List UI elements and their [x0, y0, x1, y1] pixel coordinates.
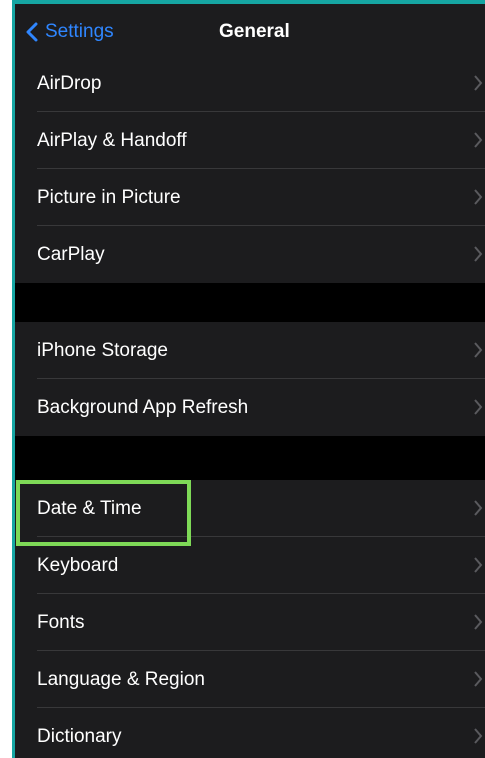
settings-row-label: Keyboard — [37, 554, 119, 576]
settings-row-label: CarPlay — [37, 243, 105, 265]
chevron-right-icon — [473, 556, 483, 574]
settings-row-fonts[interactable]: Fonts — [15, 594, 485, 651]
chevron-right-icon — [473, 499, 483, 517]
settings-row-label: Background App Refresh — [37, 396, 249, 418]
chevron-right-icon — [473, 727, 483, 745]
settings-row-label: Date & Time — [37, 497, 142, 519]
chevron-right-icon — [473, 188, 483, 206]
settings-row-label: Fonts — [37, 611, 85, 633]
settings-row-language-region[interactable]: Language & Region — [15, 651, 485, 708]
chevron-right-icon — [473, 131, 483, 149]
settings-row-picture-in-picture[interactable]: Picture in Picture — [15, 169, 485, 226]
settings-row-carplay[interactable]: CarPlay — [15, 226, 485, 283]
settings-row-iphone-storage[interactable]: iPhone Storage — [15, 322, 485, 379]
settings-row-airplay-handoff[interactable]: AirPlay & Handoff — [15, 112, 485, 169]
settings-screen: Settings General AirDrop AirPlay & Hando… — [15, 0, 485, 758]
settings-row-airdrop[interactable]: AirDrop — [15, 55, 485, 112]
back-button-label: Settings — [45, 21, 114, 42]
settings-row-date-time[interactable]: Date & Time — [15, 480, 485, 537]
settings-row-keyboard[interactable]: Keyboard — [15, 537, 485, 594]
page-title: General — [219, 21, 290, 42]
chevron-right-icon — [473, 398, 483, 416]
frame-top-border — [15, 0, 485, 4]
chevron-right-icon — [473, 341, 483, 359]
navigation-bar: Settings General — [15, 4, 485, 60]
screenshot-frame: Settings General AirDrop AirPlay & Hando… — [0, 0, 485, 758]
chevron-left-icon — [26, 22, 38, 42]
settings-group-locale: Date & Time Keyboard Fonts Language & Re… — [15, 480, 485, 758]
settings-group-connectivity: AirDrop AirPlay & Handoff Picture in Pic… — [15, 55, 485, 283]
settings-row-dictionary[interactable]: Dictionary — [15, 708, 485, 758]
settings-row-label: iPhone Storage — [37, 339, 168, 361]
settings-group-storage: iPhone Storage Background App Refresh — [15, 322, 485, 436]
settings-row-label: AirDrop — [37, 72, 102, 94]
settings-row-label: AirPlay & Handoff — [37, 129, 187, 151]
chevron-right-icon — [473, 670, 483, 688]
chevron-right-icon — [473, 613, 483, 631]
settings-row-label: Dictionary — [37, 725, 122, 747]
settings-row-label: Language & Region — [37, 668, 205, 690]
back-button[interactable]: Settings — [25, 18, 114, 46]
settings-row-label: Picture in Picture — [37, 186, 181, 208]
settings-row-background-app-refresh[interactable]: Background App Refresh — [15, 379, 485, 436]
chevron-right-icon — [473, 74, 483, 92]
chevron-right-icon — [473, 245, 483, 263]
